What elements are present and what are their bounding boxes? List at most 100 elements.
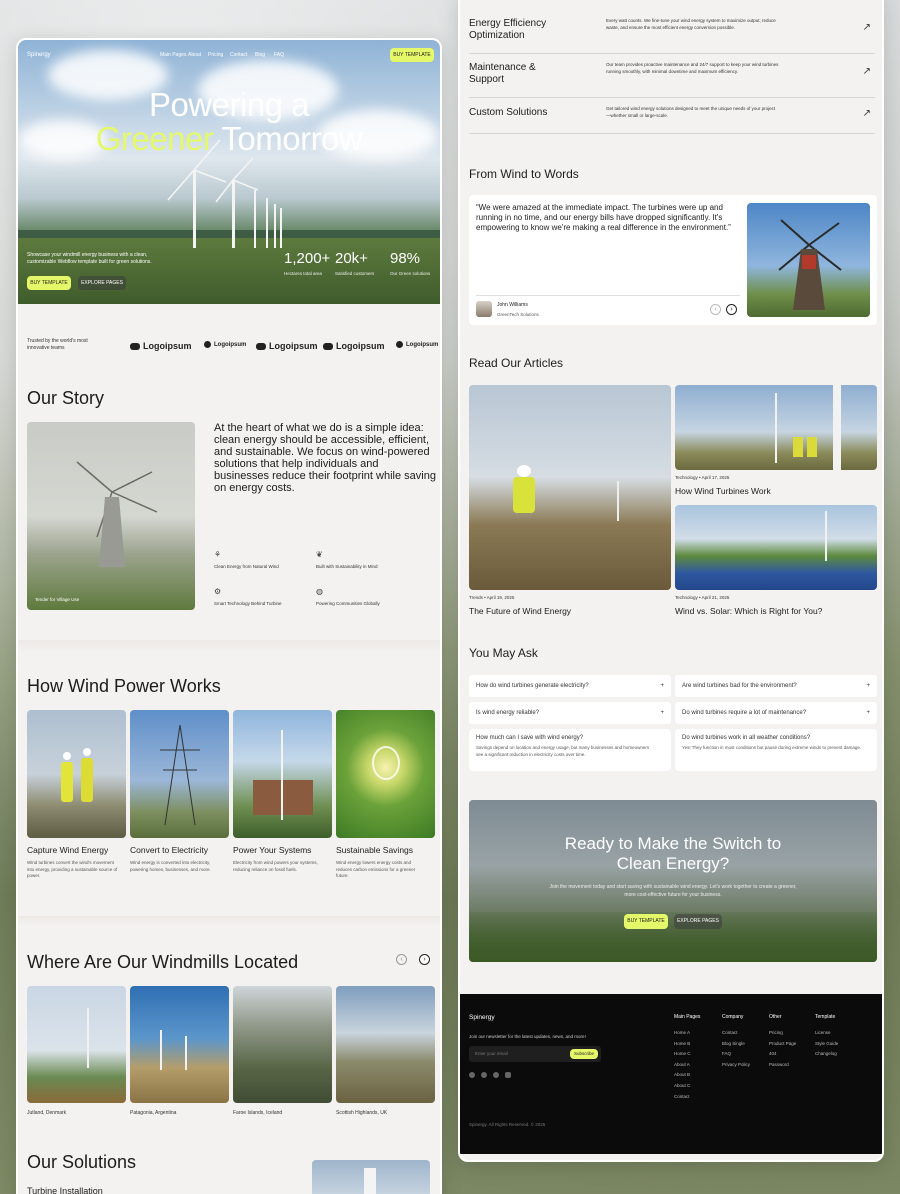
location-faroe-label: Faroe Islands, Iceland	[233, 1110, 283, 1116]
testimonial-prev-button[interactable]: ‹	[710, 304, 721, 315]
feature-communities: Powering Communities Globally	[316, 601, 380, 606]
hero-description: Showcase your windmill energy business w…	[27, 252, 152, 265]
nav-faq[interactable]: FAQ	[274, 52, 284, 58]
footer-col-other-links[interactable]: Pricing Product Page 404 Password	[769, 1028, 796, 1070]
footer-col-company-links[interactable]: Contact Blog Single FAQ Privacy Policy	[722, 1028, 750, 1070]
faq-item-generate[interactable]: How do wind turbines generate electricit…	[469, 675, 671, 697]
stat-green-value: 98%	[390, 250, 421, 267]
location-scotland-image	[336, 986, 435, 1103]
dribbble-icon[interactable]	[493, 1072, 499, 1078]
solution-turbine-installation: Turbine Installation	[27, 1186, 103, 1194]
footer-col-template-title: Template	[815, 1014, 836, 1020]
nav-buy-template-button[interactable]: BUY TEMPLATE	[390, 48, 434, 62]
faq-item-reliable[interactable]: Is wind energy reliable? +	[469, 702, 671, 724]
testimonial-card: “We were amazed at the immediate impact.…	[469, 195, 877, 325]
plus-icon: +	[660, 710, 664, 716]
step-power-image	[233, 710, 332, 838]
step-savings-image	[336, 710, 435, 838]
nav-contact[interactable]: Contact	[230, 52, 247, 58]
locations-title: Where Are Our Windmills Located	[27, 952, 299, 972]
left-page-panel: Spinergy Main Pages About Pricing Contac…	[16, 38, 442, 1194]
arrow-up-right-icon: ↗	[862, 22, 871, 33]
hero-title-line2: Greener Tomorrow	[95, 120, 363, 157]
gear-icon: ⚙	[214, 587, 222, 596]
testimonial-quote: “We were amazed at the immediate impact.…	[476, 203, 731, 232]
hero-buy-template-button[interactable]: BUY TEMPLATE	[27, 276, 71, 290]
location-patagonia-image	[130, 986, 229, 1103]
hero-section: Spinergy Main Pages About Pricing Contac…	[18, 40, 440, 304]
footer-email-input[interactable]: Enter your email Subscribe	[469, 1046, 601, 1062]
story-image-caption: Tender for Village Use	[35, 597, 80, 602]
step-power-desc: Electricity from wind powers your system…	[233, 860, 318, 872]
nav-about[interactable]: About	[188, 52, 201, 58]
solution-row-maintenance[interactable]: Maintenance & Support Our team provides …	[469, 54, 875, 98]
footer-col-main-title: Main Pages	[674, 1014, 701, 1020]
feature-clean-energy: Clean Energy from Natural Wind	[214, 564, 279, 569]
step-savings-title: Sustainable Savings	[336, 845, 414, 855]
nav-blog[interactable]: Blog	[255, 52, 265, 58]
footer-brand[interactable]: Spinergy	[469, 1014, 495, 1021]
footer-col-main-links[interactable]: Home A Home B Home C About A About B About CC…	[674, 1028, 691, 1102]
trusted-text: Trusted by the world's most innovative t…	[27, 338, 88, 351]
subscribe-button[interactable]: Subscribe	[570, 1049, 598, 1059]
x-icon[interactable]	[481, 1072, 487, 1078]
step-convert-image	[130, 710, 229, 838]
hero-title-line1: Powering a	[148, 86, 310, 123]
stat-hectares-value: 1,200+	[284, 250, 331, 267]
article-turbines-title[interactable]: How Wind Turbines Work	[675, 486, 771, 496]
article-wind-solar-meta: Technology • April 21, 2025	[675, 595, 730, 600]
plus-icon: +	[660, 683, 664, 689]
article-turbines-meta: Technology • April 17, 2025	[675, 475, 730, 480]
faq-item-maintenance[interactable]: Do wind turbines require a lot of mainte…	[675, 702, 877, 724]
how-wind-works-title: How Wind Power Works	[27, 676, 221, 696]
client-logo-5: Logoipsum	[396, 341, 438, 348]
stat-green-label: Our Green solutions	[390, 271, 431, 276]
location-jutland-image	[27, 986, 126, 1103]
location-scotland-label: Scottish Highlands, UK	[336, 1110, 388, 1116]
footer-col-template-links[interactable]: License Style Guide Changelog	[815, 1028, 838, 1060]
leaf-icon: ❦	[316, 550, 323, 559]
right-page-panel: Energy Efficiency Optimization Every wat…	[458, 0, 884, 1162]
testimonial-next-button[interactable]: ›	[726, 304, 737, 315]
step-capture-desc: Wind turbines convert the wind's movemen…	[27, 860, 118, 879]
step-capture-image	[27, 710, 126, 838]
client-logo-1: Logoipsum	[130, 341, 192, 351]
instagram-icon[interactable]	[469, 1072, 475, 1078]
linkedin-icon[interactable]	[505, 1072, 511, 1078]
cta-explore-pages-button[interactable]: EXPLORE PAGES	[674, 914, 722, 929]
footer-newsletter-text: Join our newsletter for the latest updat…	[469, 1034, 586, 1039]
story-windmill-image: Tender for Village Use	[27, 422, 195, 610]
footer: Spinergy Join our newsletter for the lat…	[460, 994, 882, 1154]
faq-item-weather-open[interactable]: Do wind turbines work in all weather con…	[675, 729, 877, 771]
cta-buy-template-button[interactable]: BUY TEMPLATE	[624, 914, 668, 929]
story-text: At the heart of what we do is a simple i…	[214, 422, 436, 495]
testimonial-company: GreenTech Solutions	[497, 312, 539, 317]
step-convert-title: Convert to Electricity	[130, 845, 208, 855]
article-future-image[interactable]	[469, 385, 671, 590]
solution-row-custom[interactable]: Custom Solutions Get tailored wind energ…	[469, 98, 875, 134]
brand-logo[interactable]: Spinergy	[27, 52, 51, 58]
article-wind-solar-title[interactable]: Wind vs. Solar: Which is Right for You?	[675, 606, 822, 616]
article-turbines-image[interactable]	[675, 385, 877, 470]
step-capture-title: Capture Wind Energy	[27, 845, 109, 855]
nav-main-pages[interactable]: Main Pages	[160, 52, 186, 58]
globe-icon: ◍	[316, 587, 323, 596]
solution-image	[312, 1160, 430, 1194]
location-jutland-label: Jutland, Denmark	[27, 1110, 67, 1116]
articles-title: Read Our Articles	[469, 356, 564, 370]
testimonial-title: From Wind to Words	[469, 167, 579, 181]
footer-col-company-title: Company	[722, 1014, 744, 1020]
faq-item-environment[interactable]: Are wind turbines bad for the environmen…	[675, 675, 877, 697]
nav-pricing[interactable]: Pricing	[208, 52, 223, 58]
solution-row-efficiency[interactable]: Energy Efficiency Optimization Every wat…	[469, 2, 875, 54]
testimonial-name: John Williams	[497, 302, 528, 308]
faq-title: You May Ask	[469, 646, 538, 660]
client-logo-4: Logoipsum	[323, 341, 385, 351]
stat-hectares-label: Hectares total area	[284, 271, 323, 276]
article-wind-solar-image[interactable]	[675, 505, 877, 590]
locations-prev-button[interactable]: ‹	[396, 954, 407, 965]
locations-next-button[interactable]: ›	[419, 954, 430, 965]
faq-item-savings-open[interactable]: How much can I save with wind energy? Sa…	[469, 729, 671, 771]
article-future-title[interactable]: The Future of Wind Energy	[469, 606, 571, 616]
hero-explore-pages-button[interactable]: EXPLORE PAGES	[78, 276, 126, 290]
